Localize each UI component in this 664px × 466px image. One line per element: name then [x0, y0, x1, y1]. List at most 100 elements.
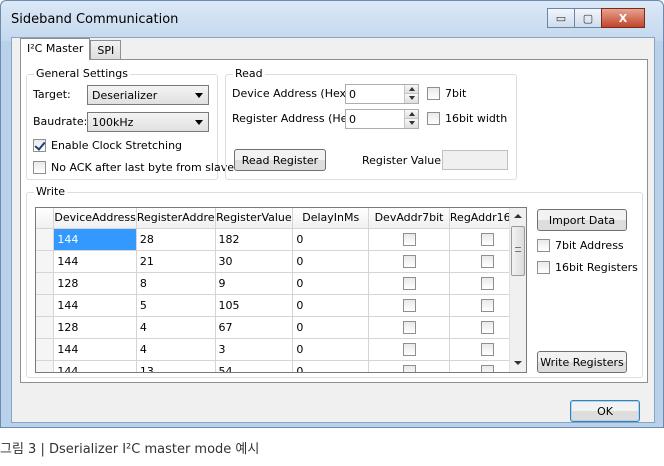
general-settings-group: General Settings Target: Deserializer Ba…: [26, 67, 234, 180]
table-row[interactable]: 128 4 67 0: [36, 316, 526, 339]
dev-addr-7bit-cell[interactable]: [368, 250, 450, 273]
write-registers-button[interactable]: Write Registers: [537, 351, 627, 373]
tab-i2c-master[interactable]: I²C Master: [20, 38, 91, 60]
column-header[interactable]: DelayInMs: [292, 208, 370, 229]
delay-cell[interactable]: 0: [292, 272, 370, 295]
chevron-down-icon: [195, 93, 203, 98]
target-select[interactable]: Deserializer: [87, 85, 209, 105]
dev-addr-7bit-cell[interactable]: [368, 294, 450, 317]
checkmark-icon: [33, 139, 46, 152]
ok-button[interactable]: OK: [570, 400, 640, 422]
register-address-cell[interactable]: 28: [136, 228, 216, 251]
register-address-cell[interactable]: 8: [136, 272, 216, 295]
table-row[interactable]: 144 13 54 0: [36, 360, 526, 372]
table-row[interactable]: 144 4 3 0: [36, 338, 526, 361]
checkbox-icon: [480, 320, 494, 334]
sixteen-bit-registers-checkbox[interactable]: 16bit Registers: [537, 261, 638, 274]
register-address-cell[interactable]: 5: [136, 294, 216, 317]
spin-up-icon[interactable]: [405, 110, 418, 119]
register-address-stepper[interactable]: 0: [345, 109, 419, 129]
register-value-cell[interactable]: 3: [215, 338, 294, 361]
register-value-cell[interactable]: 67: [215, 316, 294, 339]
read-register-button[interactable]: Read Register: [234, 149, 326, 171]
row-header[interactable]: [36, 338, 55, 361]
checkbox-icon: [480, 342, 494, 356]
device-address-cell[interactable]: 144: [53, 294, 137, 317]
dev-addr-7bit-cell[interactable]: [368, 228, 450, 251]
register-address-cell[interactable]: 13: [136, 360, 216, 372]
row-header[interactable]: [36, 316, 55, 339]
delay-cell[interactable]: 0: [292, 250, 370, 273]
import-data-button[interactable]: Import Data: [537, 209, 627, 231]
device-address-cell[interactable]: 144: [53, 338, 137, 361]
checkbox-icon: [402, 298, 416, 312]
spin-up-icon[interactable]: [405, 85, 418, 94]
register-value-cell[interactable]: 30: [215, 250, 294, 273]
register-value-field: [442, 150, 508, 170]
no-ack-checkbox[interactable]: No ACK after last byte from slave: [33, 161, 234, 174]
baudrate-select[interactable]: 100kHz: [87, 112, 209, 132]
seven-bit-address-checkbox[interactable]: 7bit Address: [537, 239, 624, 252]
register-value-cell[interactable]: 105: [215, 294, 294, 317]
register-address-cell[interactable]: 21: [136, 250, 216, 273]
dev-addr-7bit-cell[interactable]: [368, 360, 450, 372]
sixteen-bit-width-checkbox[interactable]: 16bit width: [427, 112, 507, 125]
scroll-up-icon[interactable]: [510, 208, 526, 225]
column-header[interactable]: DevAddr7bit: [368, 208, 450, 229]
device-address-cell[interactable]: 144: [53, 228, 137, 251]
device-address-stepper[interactable]: 0: [345, 84, 419, 104]
device-address-value: 0: [349, 88, 356, 101]
device-address-cell[interactable]: 128: [53, 272, 137, 295]
row-header[interactable]: [36, 294, 55, 317]
register-value-cell[interactable]: 182: [215, 228, 294, 251]
device-address-cell[interactable]: 144: [53, 250, 137, 273]
scroll-down-icon[interactable]: [510, 355, 526, 372]
table-row[interactable]: 128 8 9 0: [36, 272, 526, 295]
register-value-cell[interactable]: 54: [215, 360, 294, 372]
checkbox-icon: [402, 254, 416, 268]
delay-cell[interactable]: 0: [292, 316, 370, 339]
row-header-corner: [36, 208, 55, 229]
device-address-spin-buttons: [404, 85, 418, 103]
delay-cell[interactable]: 0: [292, 228, 370, 251]
column-header[interactable]: DeviceAddress: [53, 208, 137, 229]
enable-clock-stretching-checkbox[interactable]: Enable Clock Stretching: [33, 139, 182, 152]
register-address-cell[interactable]: 4: [136, 338, 216, 361]
delay-cell[interactable]: 0: [292, 294, 370, 317]
seven-bit-checkbox[interactable]: 7bit: [427, 87, 466, 100]
spin-down-icon[interactable]: [405, 94, 418, 103]
dev-addr-7bit-cell[interactable]: [368, 316, 450, 339]
table-row[interactable]: 144 5 105 0: [36, 294, 526, 317]
device-address-cell[interactable]: 128: [53, 316, 137, 339]
spin-down-icon[interactable]: [405, 119, 418, 128]
baudrate-label: Baudrate:: [33, 115, 88, 128]
seven-bit-address-label: 7bit Address: [555, 239, 624, 252]
minimize-button[interactable]: ▭: [547, 8, 575, 28]
column-header[interactable]: RegisterAddre: [136, 208, 216, 229]
scroll-thumb[interactable]: [511, 226, 525, 276]
delay-cell[interactable]: 0: [292, 360, 370, 372]
table-row[interactable]: 144 21 30 0: [36, 250, 526, 273]
column-header[interactable]: RegisterValue: [215, 208, 294, 229]
checkbox-icon: [480, 232, 494, 246]
title-bar[interactable]: Sideband Communication ▭ ▢ X: [1, 1, 663, 41]
close-icon: X: [618, 11, 628, 25]
tab-spi[interactable]: SPI: [90, 40, 122, 60]
write-data-grid[interactable]: DeviceAddress RegisterAddre RegisterValu…: [35, 207, 527, 373]
checkbox-icon: [402, 320, 416, 334]
row-header[interactable]: [36, 360, 55, 372]
row-header[interactable]: [36, 250, 55, 273]
delay-cell[interactable]: 0: [292, 338, 370, 361]
row-header[interactable]: [36, 272, 55, 295]
table-row[interactable]: 144 28 182 0: [36, 228, 526, 251]
register-address-cell[interactable]: 4: [136, 316, 216, 339]
register-value-cell[interactable]: 9: [215, 272, 294, 295]
tab-strip: I²C Master SPI: [20, 38, 122, 60]
grid-vertical-scrollbar[interactable]: [509, 208, 526, 372]
maximize-button[interactable]: ▢: [574, 8, 602, 28]
device-address-cell[interactable]: 144: [53, 360, 137, 372]
dev-addr-7bit-cell[interactable]: [368, 272, 450, 295]
row-header[interactable]: [36, 228, 55, 251]
close-button[interactable]: X: [601, 8, 645, 28]
dev-addr-7bit-cell[interactable]: [368, 338, 450, 361]
